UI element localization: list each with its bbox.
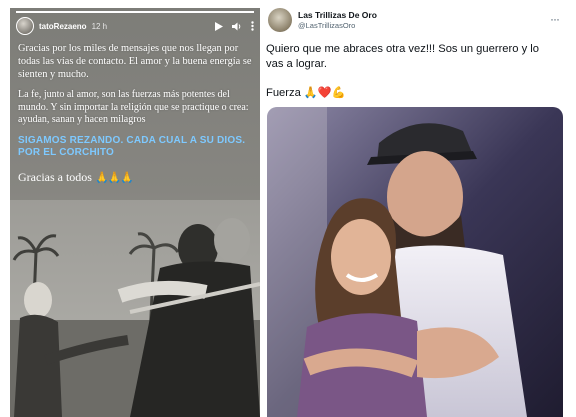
- story-paragraph-1: Gracias por los miles de mensajes que no…: [18, 43, 252, 80]
- story-highlight-text: SIGAMOS REZANDO. CADA CUAL A SU DIOS. PO…: [18, 134, 246, 159]
- story-header: tatoRezaeno 12 h: [16, 16, 254, 36]
- play-icon[interactable]: [215, 21, 223, 31]
- story-text: Gracias por los miles de mensajes que no…: [18, 42, 252, 185]
- story-avatar[interactable]: [16, 17, 34, 35]
- more-options-icon[interactable]: [251, 21, 254, 31]
- tweet-text: Quiero que me abraces otra vez!!! Sos un…: [266, 42, 572, 72]
- tweet-header: Las Trillizas De Oro @LasTrillizasOro ··…: [268, 8, 568, 34]
- tweet-author-handle[interactable]: @LasTrillizasOro: [298, 21, 355, 30]
- emoji-icons: 🙏❤️💪: [303, 87, 346, 99]
- tweet-author-name[interactable]: Las Trillizas De Oro: [298, 10, 377, 20]
- praying-hands-icon: 🙏🙏🙏: [94, 171, 134, 184]
- tweet-card: Las Trillizas De Oro @LasTrillizasOro ··…: [266, 0, 576, 417]
- story-progress-bar: [16, 11, 254, 13]
- tweet-line-2: vas a lograr.: [266, 58, 327, 70]
- tweet-fuerza-label: Fuerza: [266, 86, 301, 99]
- tweet-fuerza: Fuerza 🙏❤️💪: [266, 86, 346, 100]
- tweet-line-1: Quiero que me abraces otra vez!!! Sos un…: [266, 43, 539, 55]
- story-photo: [10, 200, 260, 417]
- more-options-icon[interactable]: ···: [550, 12, 560, 26]
- story-time: 12 h: [91, 21, 108, 31]
- story-username[interactable]: tatoRezaeno: [39, 22, 87, 31]
- tweet-photo[interactable]: [267, 107, 563, 417]
- tweet-avatar[interactable]: [268, 8, 292, 32]
- story-paragraph-2: La fe, junto al amor, son las fuerzas má…: [18, 89, 249, 125]
- sound-icon[interactable]: [232, 22, 242, 31]
- story-closing: Gracias a todos 🙏🙏🙏: [18, 170, 252, 185]
- instagram-story: tatoRezaeno 12 h Gracias por los miles d…: [10, 8, 260, 417]
- story-closing-text: Gracias a todos: [18, 169, 92, 184]
